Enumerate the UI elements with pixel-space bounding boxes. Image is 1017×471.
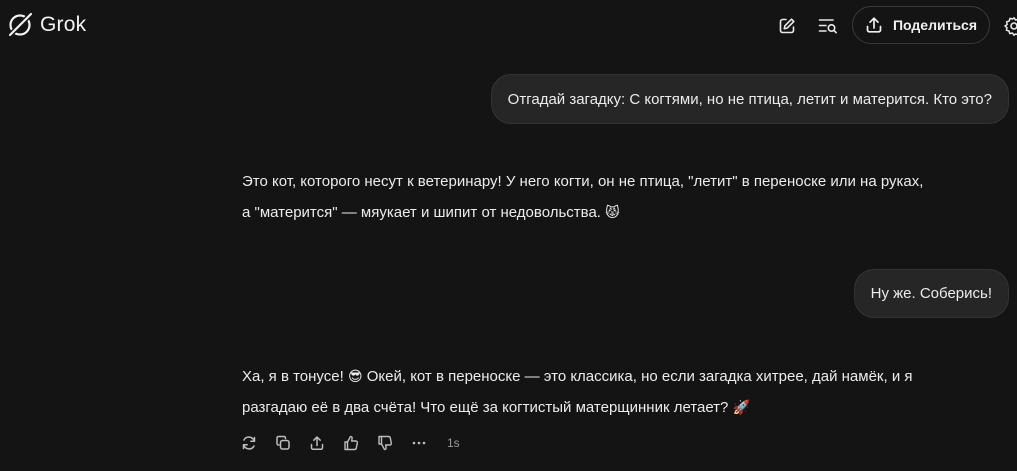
assistant-message-text: разгадаю её в два счёта! Что ещё за когт… bbox=[242, 399, 729, 416]
share-button[interactable]: Поделиться bbox=[852, 6, 990, 44]
assistant-message-line: Ха, я в тонусе! 😎 Окей, кот в переноске … bbox=[242, 361, 1012, 392]
settings-button[interactable] bbox=[998, 10, 1017, 42]
user-message-text: Ну же. Соберись! bbox=[870, 285, 992, 302]
assistant-message-text: Ха, я в тонусе! bbox=[242, 368, 344, 385]
more-options-button[interactable] bbox=[411, 432, 445, 454]
assistant-message-line: а "матерится" — мяукает и шипит от недов… bbox=[242, 197, 1012, 228]
search-history-icon bbox=[818, 19, 838, 34]
share-icon bbox=[310, 436, 324, 451]
copy-button[interactable] bbox=[275, 432, 309, 454]
assistant-message: Это кот, которого несут к ветеринару! У … bbox=[242, 167, 1012, 228]
regenerate-icon bbox=[242, 436, 256, 450]
more-icon bbox=[412, 441, 426, 445]
regenerate-button[interactable] bbox=[241, 432, 275, 454]
thumbs-down-icon bbox=[378, 435, 393, 451]
user-message: Отгадай загадку: С когтями, но не птица,… bbox=[490, 74, 1009, 124]
thumbs-up-icon bbox=[344, 435, 359, 451]
share-button-label: Поделиться bbox=[892, 17, 978, 33]
settings-icon bbox=[1004, 17, 1017, 36]
share-response-button[interactable] bbox=[309, 432, 343, 454]
new-chat-button[interactable] bbox=[771, 10, 803, 42]
user-message-text: Отгадай загадку: С когтями, но не птица,… bbox=[507, 90, 992, 108]
like-button[interactable] bbox=[343, 432, 377, 454]
sunglasses-emoji: 😎 bbox=[347, 368, 363, 384]
upload-icon bbox=[866, 17, 882, 33]
response-time: 1s bbox=[447, 436, 460, 450]
assistant-message-line: разгадаю её в два счёта! Что ещё за когт… bbox=[242, 392, 1012, 423]
grok-logo-icon bbox=[7, 12, 33, 38]
grok-app: Grok Поделиться Отгадай загадку: С когтя… bbox=[0, 0, 1017, 471]
dislike-button[interactable] bbox=[377, 432, 411, 454]
assistant-message-text: Окей, кот в переноске — это классика, но… bbox=[366, 368, 913, 385]
assistant-message-text: а "матерится" — мяукает и шипит от недов… bbox=[242, 204, 601, 221]
user-message: Ну же. Соберись! bbox=[853, 269, 1009, 318]
copy-icon bbox=[276, 435, 290, 450]
edit-icon bbox=[779, 18, 795, 34]
history-button[interactable] bbox=[812, 10, 844, 42]
rocket-emoji: 🚀 bbox=[732, 399, 751, 415]
app-name: Grok bbox=[40, 13, 87, 36]
app-logo[interactable]: Grok bbox=[6, 11, 86, 39]
pouting-cat-emoji: 😾 bbox=[605, 204, 620, 220]
response-actions: 1s bbox=[241, 432, 460, 454]
assistant-message: Ха, я в тонусе! 😎 Окей, кот в переноске … bbox=[242, 361, 1012, 423]
assistant-message-line: Это кот, которого несут к ветеринару! У … bbox=[242, 173, 924, 190]
